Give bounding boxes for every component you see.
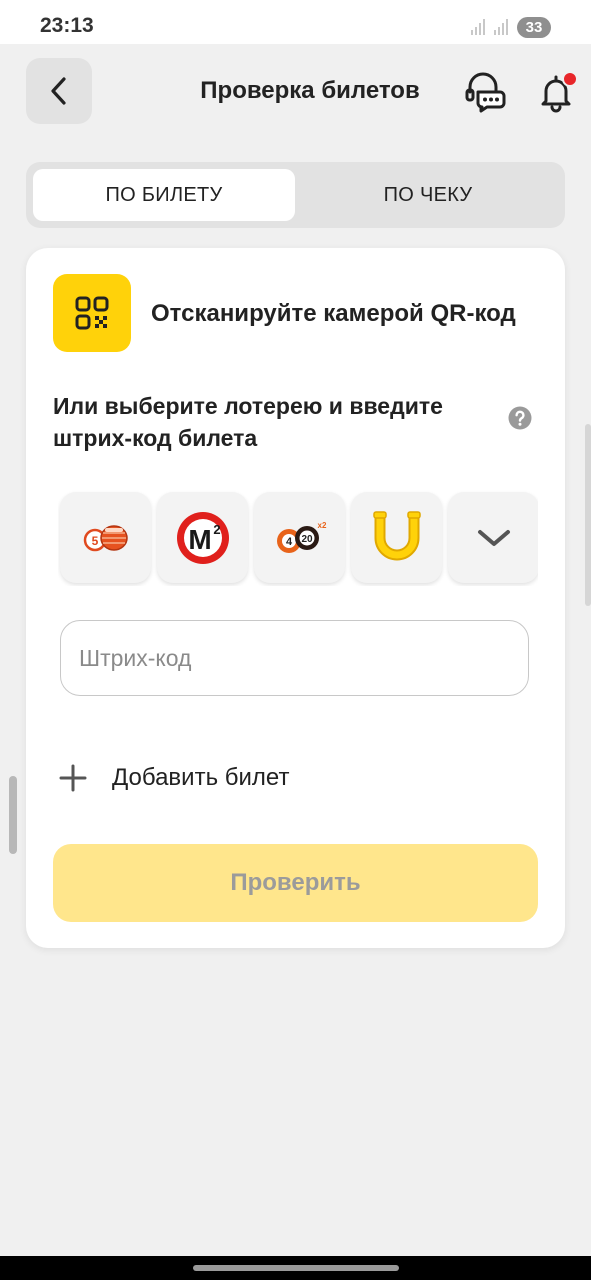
check-mode-tabs: ПО БИЛЕТУ ПО ЧЕКУ bbox=[26, 162, 565, 228]
battery-indicator: 33 bbox=[517, 17, 551, 38]
more-lotteries-chevron-icon bbox=[477, 529, 510, 546]
add-ticket-button[interactable]: Добавить билет bbox=[56, 758, 289, 798]
side-handle[interactable] bbox=[9, 776, 17, 854]
lottery-4-of-20[interactable]: 4 20 x2 bbox=[254, 492, 345, 583]
select-lottery-text: Или выберите лотерею и введите штрих-код… bbox=[53, 393, 443, 451]
lottery-more[interactable] bbox=[448, 492, 538, 583]
system-nav-bar bbox=[0, 1256, 591, 1280]
lottery-horseshoe[interactable] bbox=[351, 492, 442, 583]
lottery-bingo[interactable]: 5 bbox=[60, 492, 151, 583]
page-title: Проверка билетов bbox=[200, 77, 420, 104]
svg-text:x2: x2 bbox=[317, 521, 326, 530]
tab-by-ticket[interactable]: ПО БИЛЕТУ bbox=[33, 169, 295, 221]
svg-text:4: 4 bbox=[285, 536, 292, 548]
lottery-selector: 5 M 2 4 20 x2 bbox=[58, 490, 538, 586]
qr-scan-text[interactable]: Отсканируйте камерой QR-код bbox=[151, 300, 516, 328]
chevron-left-icon bbox=[51, 77, 66, 105]
scrollbar[interactable] bbox=[585, 424, 591, 606]
svg-text:20: 20 bbox=[301, 534, 313, 545]
add-ticket-label: Добавить билет bbox=[112, 764, 290, 791]
check-button[interactable]: Проверить bbox=[53, 844, 538, 922]
support-button[interactable] bbox=[463, 70, 507, 114]
help-icon[interactable] bbox=[508, 406, 532, 430]
four-of-twenty-lottery-icon: 4 20 x2 bbox=[276, 521, 326, 553]
signal-icon-2 bbox=[494, 19, 508, 35]
m2-lottery-icon: M 2 bbox=[176, 511, 229, 564]
bingo-lottery-icon: 5 bbox=[83, 524, 128, 551]
notification-badge bbox=[562, 71, 578, 87]
home-indicator[interactable] bbox=[193, 1265, 399, 1271]
qr-code-icon bbox=[75, 296, 109, 330]
support-chat-icon bbox=[465, 72, 506, 113]
lottery-m2[interactable]: M 2 bbox=[157, 492, 248, 583]
tab-by-receipt[interactable]: ПО ЧЕКУ bbox=[297, 169, 559, 221]
svg-text:M: M bbox=[188, 524, 211, 555]
back-button[interactable] bbox=[26, 58, 92, 124]
horseshoe-lottery-icon bbox=[372, 510, 421, 560]
ticket-check-card: Отсканируйте камерой QR-код Или выберите… bbox=[26, 248, 565, 948]
plus-icon bbox=[59, 764, 87, 792]
qr-scan-button[interactable] bbox=[53, 274, 131, 352]
svg-text:5: 5 bbox=[91, 534, 98, 548]
signal-icon bbox=[471, 19, 485, 35]
app-header: Проверка билетов bbox=[0, 44, 591, 144]
barcode-input[interactable] bbox=[60, 620, 529, 696]
status-bar: 23:13 33 bbox=[0, 0, 591, 44]
svg-text:2: 2 bbox=[213, 522, 220, 537]
status-time: 23:13 bbox=[40, 14, 94, 37]
